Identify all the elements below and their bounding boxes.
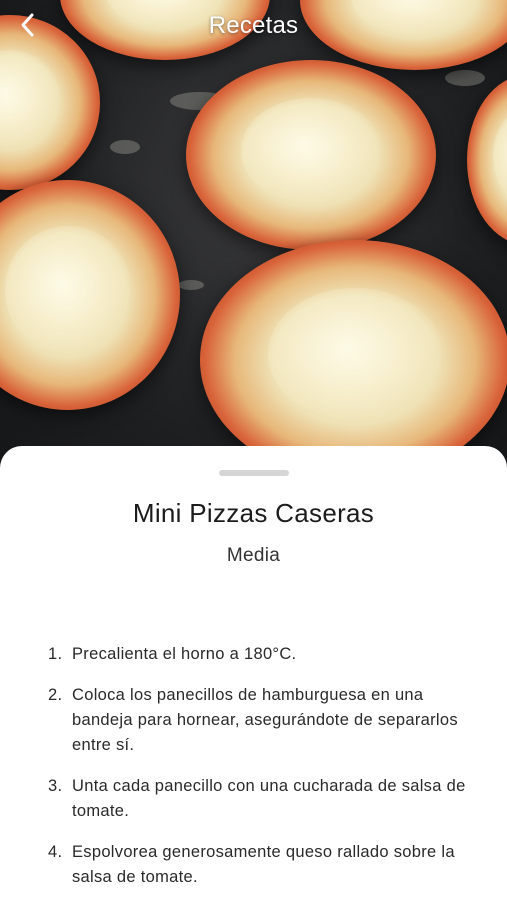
step-number: 2. [48, 686, 63, 704]
step-item: 3. Unta cada panecillo con una cucharada… [48, 774, 483, 824]
step-text: Coloca los panecillos de hamburguesa en … [72, 686, 458, 754]
pizza-image-part [186, 60, 436, 250]
pizza-image-part [0, 180, 180, 410]
step-number: 3. [48, 777, 63, 795]
step-number: 1. [48, 645, 63, 663]
step-item: 1. Precalienta el horno a 180°C. [48, 642, 483, 667]
nav-title: Recetas [208, 12, 299, 39]
pizza-image-part [467, 75, 507, 245]
step-text: Unta cada panecillo con una cucharada de… [72, 777, 466, 820]
difficulty-label: Media [226, 545, 281, 566]
step-text: Espolvorea generosamente queso rallado s… [72, 843, 455, 886]
drag-handle[interactable] [219, 470, 289, 476]
navigation-bar: Recetas [0, 0, 507, 52]
step-item: 2. Coloca los panecillos de hamburguesa … [48, 683, 483, 758]
recipe-detail-sheet[interactable]: Mini Pizzas Caseras Media 1. Precalienta… [0, 446, 507, 916]
step-number: 4. [48, 843, 63, 861]
step-text: Precalienta el horno a 180°C. [72, 645, 297, 663]
step-item: 4. Espolvorea generosamente queso rallad… [48, 840, 483, 890]
recipe-title: Mini Pizzas Caseras [132, 498, 375, 528]
pizza-image-part [200, 240, 507, 470]
recipe-photo [0, 0, 507, 470]
steps-list: 1. Precalienta el horno a 180°C. 2. Colo… [48, 642, 483, 906]
